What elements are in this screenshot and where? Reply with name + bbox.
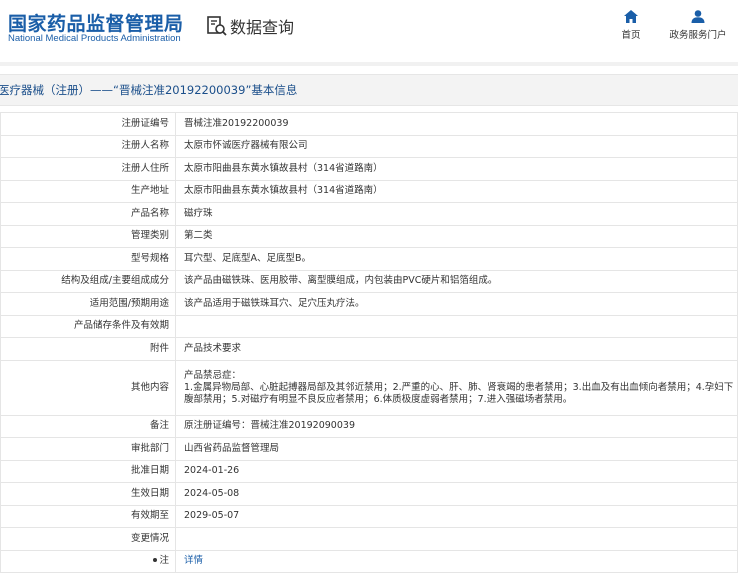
table-row: 注 详情	[0, 549, 738, 573]
row-label: 批准日期	[0, 459, 176, 483]
bullet-dot-icon	[153, 557, 158, 562]
row-value: 第二类	[175, 224, 738, 248]
row-value: 2024-01-26	[175, 459, 738, 483]
row-label: 生效日期	[0, 482, 176, 506]
nav-home[interactable]: 首页	[601, 10, 661, 41]
site-header: 国家药品监督管理局 National Medical Products Admi…	[0, 0, 738, 62]
row-value	[175, 527, 738, 551]
row-value: 太原市怀诚医疗器械有限公司	[175, 134, 738, 158]
row-label: 管理类别	[0, 224, 176, 248]
row-label: 生产地址	[0, 179, 176, 203]
note-label-cell: 注	[0, 549, 176, 573]
table-row: 有效期至 2029-05-07	[0, 504, 738, 528]
row-label: 型号规格	[0, 247, 176, 271]
nav-gov-service-portal[interactable]: 政务服务门户	[668, 10, 728, 41]
data-query-heading: 数据查询	[206, 13, 294, 39]
row-value: 耳穴型、足底型A、足底型B。	[175, 247, 738, 271]
table-row: 注册证编号 晋械注准20192200039	[0, 112, 738, 136]
row-label: 注册证编号	[0, 112, 176, 136]
table-row: 其他内容 产品禁忌症： 1.金属异物局部、心脏起搏器局部及其邻近禁用；2.严重的…	[0, 359, 738, 416]
table-row: 审批部门 山西省药品监督管理局	[0, 437, 738, 461]
row-label: 有效期至	[0, 504, 176, 528]
row-value: 该产品适用于磁铁珠耳穴、足穴压丸疗法。	[175, 292, 738, 316]
record-title: 医疗器械（注册）——“晋械注准20192200039”基本信息	[0, 83, 298, 97]
site-logo-en[interactable]: National Medical Products Administration	[8, 33, 181, 44]
row-value: 原注册证编号：晋械注准20192090039	[175, 414, 738, 438]
table-row: 适用范围/预期用途 该产品适用于磁铁珠耳穴、足穴压丸疗法。	[0, 292, 738, 316]
row-label: 结构及组成/主要组成成分	[0, 269, 176, 293]
row-value-multiline: 产品禁忌症： 1.金属异物局部、心脏起搏器局部及其邻近禁用；2.严重的心、肝、肺…	[175, 359, 738, 416]
site-logo-cn[interactable]: 国家药品监督管理局	[8, 9, 184, 36]
row-value: 磁疗珠	[175, 202, 738, 226]
row-label: 注册人住所	[0, 157, 176, 181]
row-label: 注	[159, 555, 169, 567]
document-search-icon	[207, 16, 227, 36]
nav-home-label: 首页	[621, 30, 641, 41]
row-label: 产品储存条件及有效期	[0, 314, 176, 338]
contraindication-heading: 产品禁忌症：	[184, 369, 242, 381]
row-value: 晋械注准20192200039	[175, 112, 738, 136]
row-value: 太原市阳曲县东黄水镇故县村（314省道路南）	[175, 179, 738, 203]
row-value: 2029-05-07	[175, 504, 738, 528]
contraindication-text: 1.金属异物局部、心脏起搏器局部及其邻近禁用；2.严重的心、肝、肺、肾衰竭的患者…	[184, 381, 734, 405]
row-value: 2024-05-08	[175, 482, 738, 506]
home-icon	[624, 10, 638, 23]
row-label: 其他内容	[0, 359, 176, 416]
nav-gov-service-label: 政务服务门户	[669, 30, 727, 41]
table-row: 备注 原注册证编号：晋械注准20192090039	[0, 414, 738, 438]
row-label: 审批部门	[0, 437, 176, 461]
table-row: 管理类别 第二类	[0, 224, 738, 248]
data-query-title: 数据查询	[230, 18, 295, 37]
table-row: 型号规格 耳穴型、足底型A、足底型B。	[0, 247, 738, 271]
table-row: 批准日期 2024-01-26	[0, 459, 738, 483]
row-value-cell: 详情	[175, 549, 738, 573]
record-title-bar: 医疗器械（注册）——“晋械注准20192200039”基本信息	[0, 74, 738, 106]
table-row: 注册人住所 太原市阳曲县东黄水镇故县村（314省道路南）	[0, 157, 738, 181]
table-row: 变更情况	[0, 527, 738, 551]
details-link[interactable]: 详情	[184, 555, 203, 566]
row-value: 太原市阳曲县东黄水镇故县村（314省道路南）	[175, 157, 738, 181]
row-value: 该产品由磁铁珠、医用胶带、离型膜组成，内包装由PVC硬片和铝箔组成。	[175, 269, 738, 293]
table-row: 注册人名称 太原市怀诚医疗器械有限公司	[0, 134, 738, 158]
row-label: 附件	[0, 337, 176, 361]
table-row: 产品储存条件及有效期	[0, 314, 738, 338]
user-icon	[691, 10, 705, 23]
header-divider	[0, 62, 738, 66]
table-row: 附件 产品技术要求	[0, 337, 738, 361]
table-row: 生效日期 2024-05-08	[0, 482, 738, 506]
row-label: 注册人名称	[0, 134, 176, 158]
table-row: 产品名称 磁疗珠	[0, 202, 738, 226]
row-label: 适用范围/预期用途	[0, 292, 176, 316]
row-label: 产品名称	[0, 202, 176, 226]
row-label: 备注	[0, 414, 176, 438]
table-row: 生产地址 太原市阳曲县东黄水镇故县村（314省道路南）	[0, 179, 738, 203]
row-value	[175, 314, 738, 338]
row-value: 产品技术要求	[175, 337, 738, 361]
row-value: 山西省药品监督管理局	[175, 437, 738, 461]
table-row: 结构及组成/主要组成成分 该产品由磁铁珠、医用胶带、离型膜组成，内包装由PVC硬…	[0, 269, 738, 293]
row-label: 变更情况	[0, 527, 176, 551]
registration-info-table: 注册证编号 晋械注准20192200039 注册人名称 太原市怀诚医疗器械有限公…	[0, 112, 738, 573]
